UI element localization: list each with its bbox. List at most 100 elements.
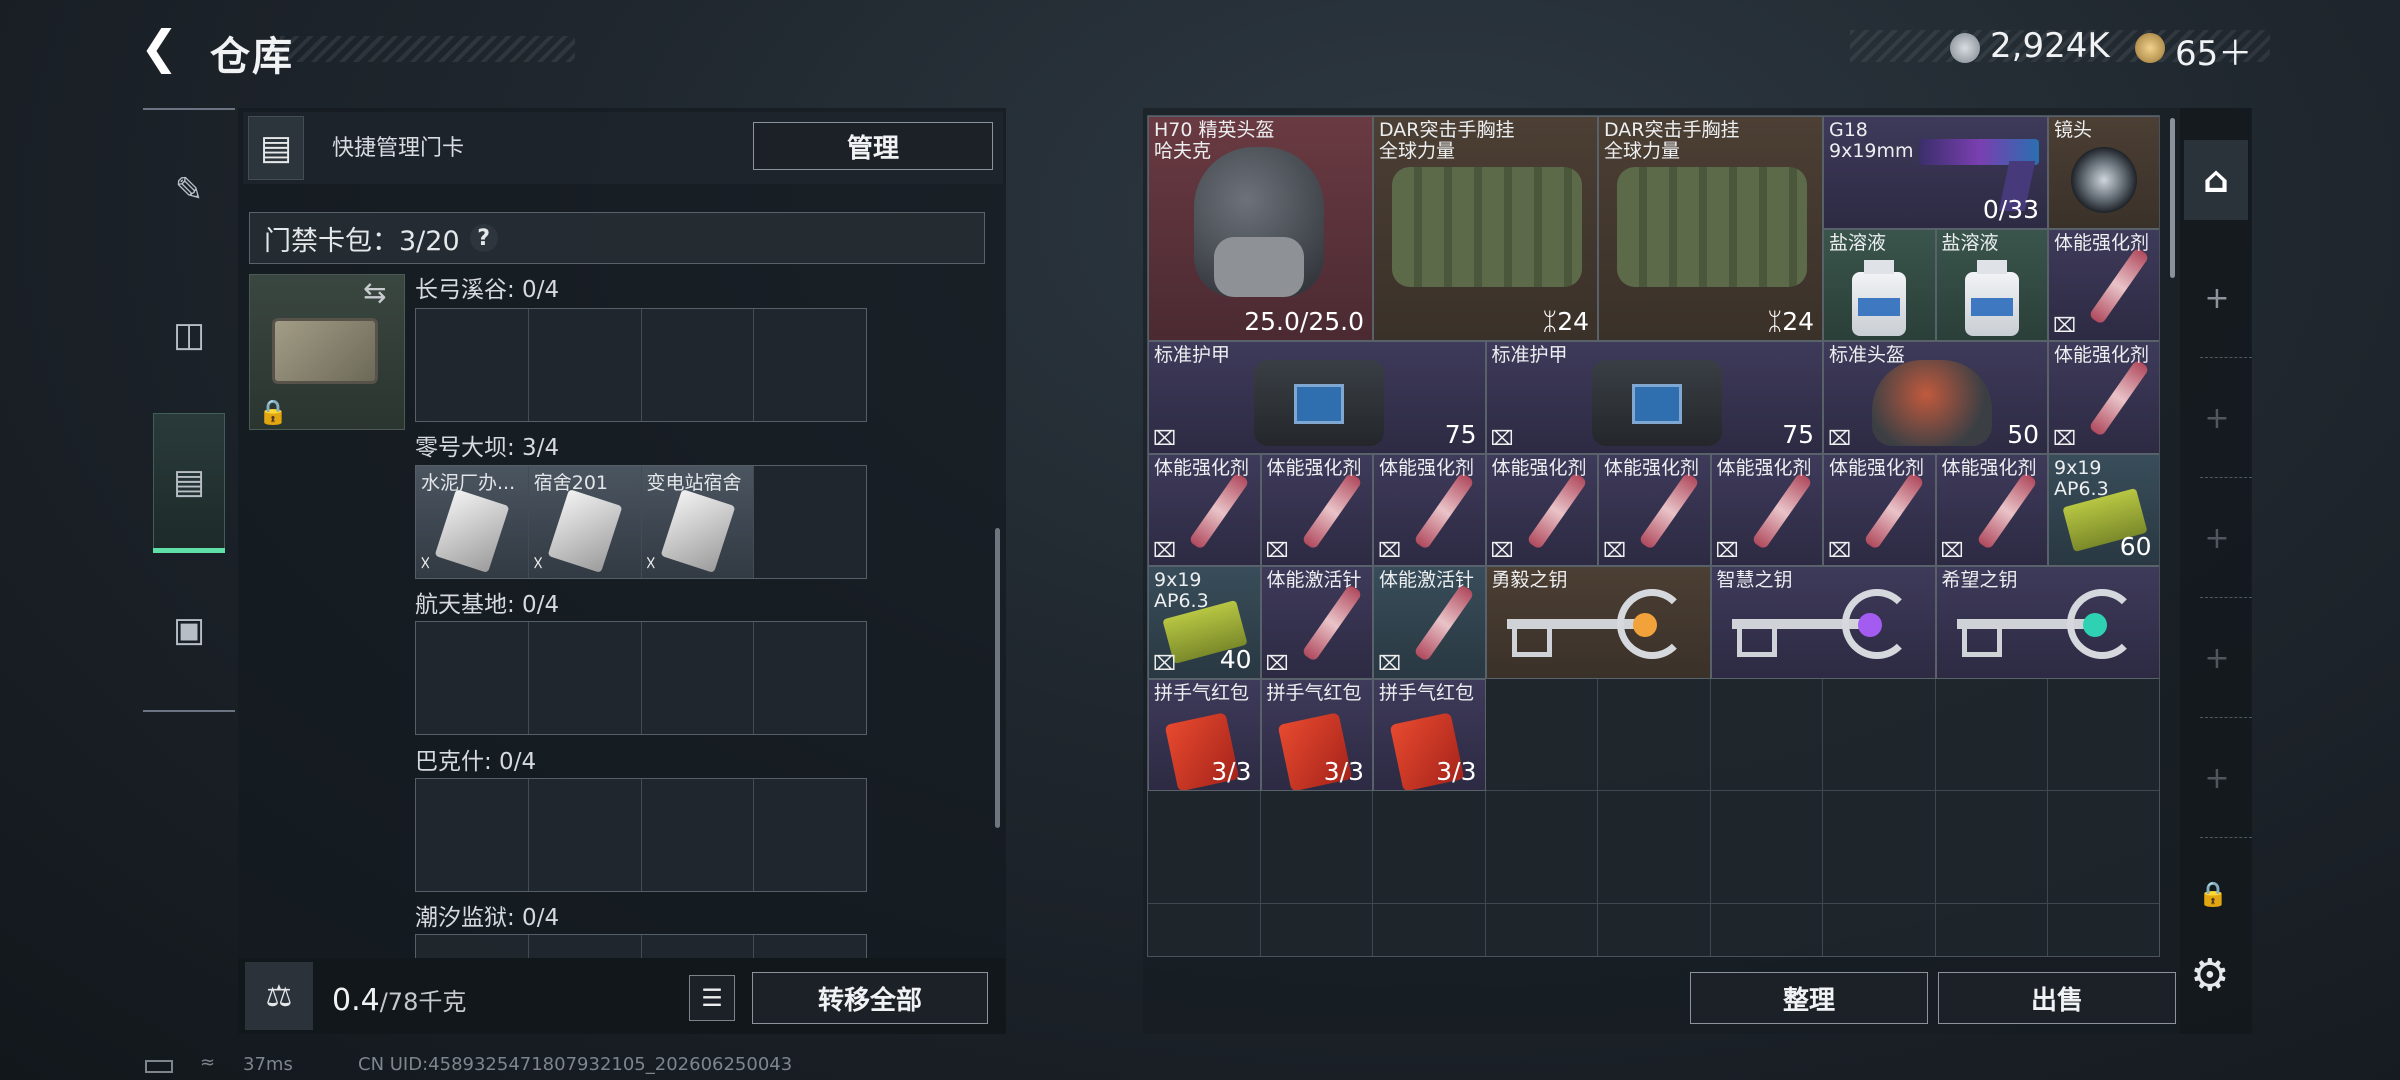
- currency-hafu-coin[interactable]: 2,924K: [1990, 26, 2110, 66]
- stash-scrollbar[interactable]: [2170, 118, 2175, 278]
- stash-item[interactable]: 体能强化剂 ⌧: [1710, 453, 1823, 566]
- keycard-slot[interactable]: [528, 935, 642, 958]
- add-stash-tab-button[interactable]: +: [2195, 518, 2239, 558]
- keycard-slot[interactable]: [641, 309, 755, 421]
- empty-stash-cell[interactable]: [1260, 791, 1373, 904]
- keycard-slot[interactable]: [528, 309, 642, 421]
- keycard-slot[interactable]: [641, 779, 755, 891]
- stash-item[interactable]: 体能强化剂 ⌧: [1485, 453, 1598, 566]
- stash-item[interactable]: 体能强化剂 ⌧: [1260, 453, 1373, 566]
- keycard-slot[interactable]: [641, 935, 755, 958]
- keycard-slot[interactable]: [416, 935, 529, 958]
- keycard-slot[interactable]: [754, 779, 866, 891]
- empty-stash-cell[interactable]: [1373, 791, 1486, 904]
- empty-stash-cell[interactable]: [1935, 903, 2048, 956]
- stash-item[interactable]: 体能激活针 ⌧: [1373, 566, 1486, 679]
- keycard-scrollbar[interactable]: [995, 528, 1000, 828]
- empty-stash-cell[interactable]: [1710, 678, 1823, 791]
- stash-item[interactable]: 标准护甲 75 ⌧: [1148, 341, 1486, 454]
- empty-stash-cell[interactable]: [1148, 903, 1261, 956]
- empty-stash-cell[interactable]: [1823, 678, 1936, 791]
- add-stash-tab-button[interactable]: +: [2195, 398, 2239, 438]
- stash-item[interactable]: 智慧之钥: [1710, 566, 1936, 679]
- stash-item[interactable]: 拼手气红包 3/3: [1373, 678, 1486, 791]
- plus-icon: +: [2204, 400, 2230, 436]
- stash-item[interactable]: 拼手气红包 3/3: [1148, 678, 1261, 791]
- group-title-brakkesh: 巴克什: 0/4: [415, 749, 537, 775]
- empty-stash-cell[interactable]: [1598, 903, 1711, 956]
- stash-tab-main[interactable]: ⌂: [2184, 140, 2248, 220]
- nav-equipment[interactable]: ◫: [150, 290, 228, 380]
- keycard-slot[interactable]: [754, 466, 866, 578]
- stash-item[interactable]: 勇毅之钥: [1485, 566, 1711, 679]
- stash-item[interactable]: 盐溶液: [1935, 228, 2048, 341]
- keycard-slot[interactable]: 变电站宿舍 ☓: [641, 466, 755, 578]
- empty-stash-cell[interactable]: [1260, 903, 1373, 956]
- empty-stash-cell[interactable]: [1598, 678, 1711, 791]
- empty-stash-cell[interactable]: [1373, 903, 1486, 956]
- stash-item[interactable]: G18 9x19mm 0/33: [1823, 116, 2048, 229]
- stash-item[interactable]: 体能强化剂 ⌧: [1935, 453, 2048, 566]
- keycard-slot[interactable]: [416, 779, 529, 891]
- stash-item[interactable]: DAR突击手胸挂 全球力量 ᛯ24: [1373, 116, 1598, 341]
- stash-item[interactable]: 拼手气红包 3/3: [1260, 678, 1373, 791]
- list-view-button[interactable]: ☰: [689, 975, 735, 1021]
- stash-item[interactable]: 9x19 AP6.3 60: [2048, 453, 2159, 566]
- swap-icon[interactable]: ⇆: [363, 276, 386, 309]
- empty-stash-cell[interactable]: [2048, 791, 2159, 904]
- empty-stash-cell[interactable]: [1935, 678, 2048, 791]
- stash-item[interactable]: 希望之钥: [1935, 566, 2159, 679]
- stash-item[interactable]: 体能强化剂 ⌧: [1598, 453, 1711, 566]
- empty-stash-cell[interactable]: [1710, 903, 1823, 956]
- nav-keycards[interactable]: ▤: [150, 437, 228, 527]
- keycard-slot[interactable]: [528, 622, 642, 734]
- stash-item[interactable]: 体能强化剂 ⌧: [1373, 453, 1486, 566]
- manage-button[interactable]: 管理: [753, 122, 993, 170]
- sell-button[interactable]: 出售: [1938, 972, 2176, 1024]
- keycard-slot[interactable]: [754, 622, 866, 734]
- help-icon[interactable]: ?: [469, 224, 498, 252]
- transfer-all-button[interactable]: 转移全部: [752, 972, 988, 1024]
- add-stash-tab-button[interactable]: +: [2195, 278, 2239, 318]
- gear-icon[interactable]: ⚙: [2190, 950, 2229, 1001]
- keycard-slot[interactable]: [528, 779, 642, 891]
- sort-button[interactable]: 整理: [1690, 972, 1928, 1024]
- keycard-slot[interactable]: 宿舍201 ☓: [528, 466, 642, 578]
- stash-item[interactable]: 9x19 AP6.3 40 ⌧: [1148, 566, 1261, 679]
- keycard-slot[interactable]: [754, 309, 866, 421]
- stash-item[interactable]: H70 精英头盔 哈夫克 25.0/25.0: [1148, 116, 1373, 341]
- empty-stash-cell[interactable]: [2048, 678, 2159, 791]
- stash-item[interactable]: 镜头: [2048, 116, 2159, 229]
- currency-premium[interactable]: 65＋: [2175, 26, 2252, 75]
- stash-item[interactable]: 体能强化剂 ⌧: [2048, 228, 2159, 341]
- stash-item[interactable]: 标准护甲 75 ⌧: [1485, 341, 1823, 454]
- keycard-slot[interactable]: 水泥厂办... ☓: [416, 466, 529, 578]
- empty-stash-cell[interactable]: [1710, 791, 1823, 904]
- empty-stash-cell[interactable]: [1823, 903, 1936, 956]
- nav-briefcase[interactable]: ▣: [150, 585, 228, 675]
- empty-stash-cell[interactable]: [1148, 791, 1261, 904]
- stash-item[interactable]: 体能激活针 ⌧: [1260, 566, 1373, 679]
- stash-item[interactable]: DAR突击手胸挂 全球力量 ᛯ24: [1598, 116, 1823, 341]
- stash-item[interactable]: 体能强化剂 ⌧: [1148, 453, 1261, 566]
- stash-item[interactable]: 体能强化剂 ⌧: [1823, 453, 1936, 566]
- back-button[interactable]: ❮: [140, 22, 190, 72]
- empty-stash-cell[interactable]: [1598, 791, 1711, 904]
- stash-item[interactable]: 标准头盔 50 ⌧: [1823, 341, 2048, 454]
- add-stash-tab-button[interactable]: +: [2195, 638, 2239, 678]
- empty-stash-cell[interactable]: [1485, 791, 1598, 904]
- empty-stash-cell[interactable]: [1485, 678, 1598, 791]
- keycard-slot[interactable]: [754, 935, 866, 958]
- empty-stash-cell[interactable]: [1823, 791, 1936, 904]
- keycard-slot[interactable]: [416, 309, 529, 421]
- nav-weapons[interactable]: ✎: [150, 145, 228, 235]
- stash-item[interactable]: 体能强化剂 ⌧: [2048, 341, 2159, 454]
- lock-icon[interactable]: 🔒: [2198, 880, 2228, 908]
- empty-stash-cell[interactable]: [1485, 903, 1598, 956]
- keycard-slot[interactable]: [416, 622, 529, 734]
- keycard-slot[interactable]: [641, 622, 755, 734]
- add-stash-tab-button[interactable]: +: [2195, 758, 2239, 798]
- empty-stash-cell[interactable]: [2048, 903, 2159, 956]
- stash-item[interactable]: 盐溶液: [1823, 228, 1936, 341]
- empty-stash-cell[interactable]: [1935, 791, 2048, 904]
